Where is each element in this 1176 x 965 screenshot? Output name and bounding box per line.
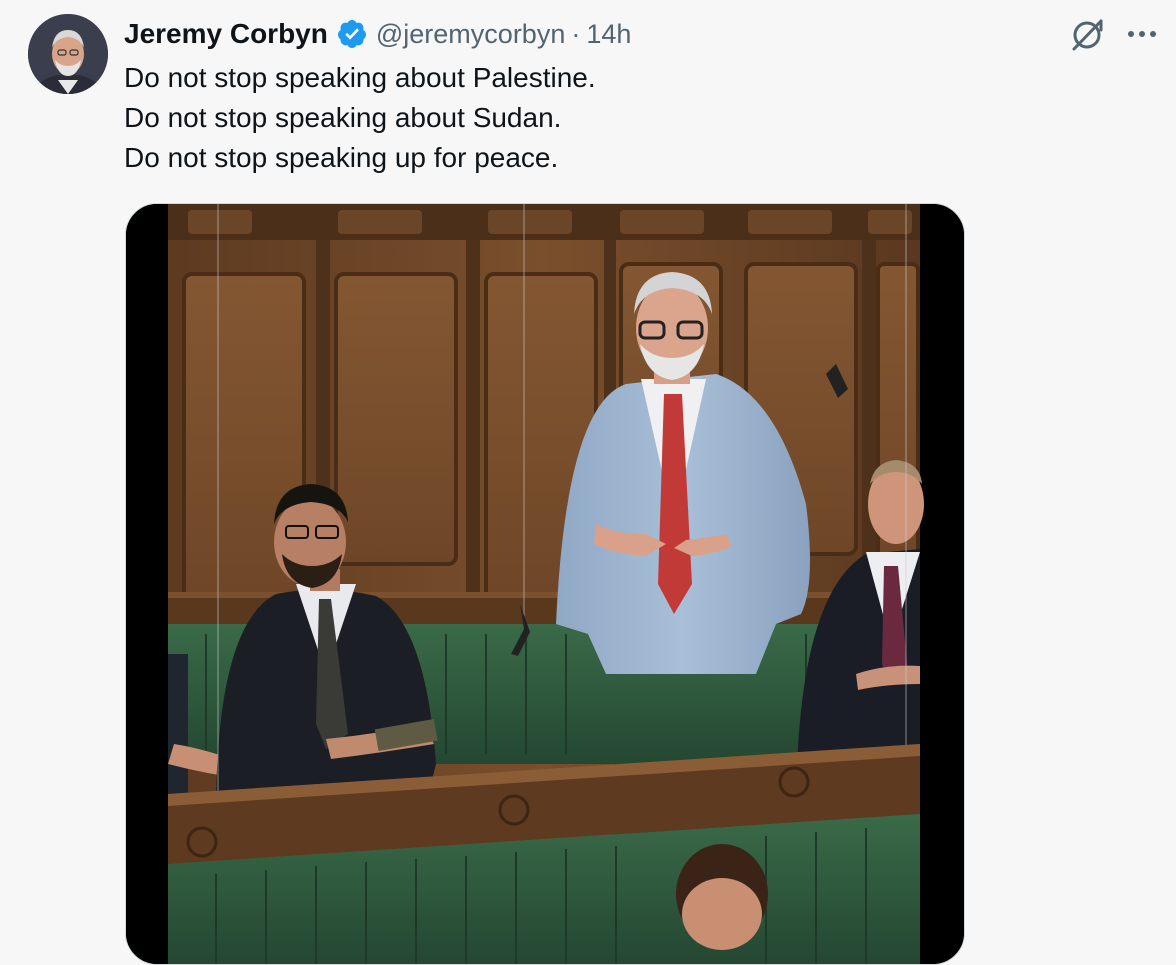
separator-dot: · [571,18,581,49]
more-options-icon[interactable] [1124,18,1160,50]
grok-icon[interactable] [1068,16,1106,54]
tweet-text: Do not stop speaking about Palestine. Do… [124,58,596,178]
tweet-timestamp[interactable]: 14h [586,19,631,50]
tweet-card[interactable]: Jeremy Corbyn @jeremycorbyn · 14h Do not… [0,0,1176,965]
tweet-line: Do not stop speaking about Palestine. [124,62,596,93]
verified-badge-icon[interactable] [336,18,368,50]
tweet-line: Do not stop speaking up for peace. [124,142,559,173]
avatar[interactable] [28,14,108,94]
display-name[interactable]: Jeremy Corbyn [124,18,328,50]
author-handle[interactable]: @jeremycorbyn [376,19,565,50]
tweet-header: Jeremy Corbyn @jeremycorbyn · 14h [124,16,631,52]
tweet-video[interactable] [125,203,965,965]
tweet-line: Do not stop speaking about Sudan. [124,102,562,133]
